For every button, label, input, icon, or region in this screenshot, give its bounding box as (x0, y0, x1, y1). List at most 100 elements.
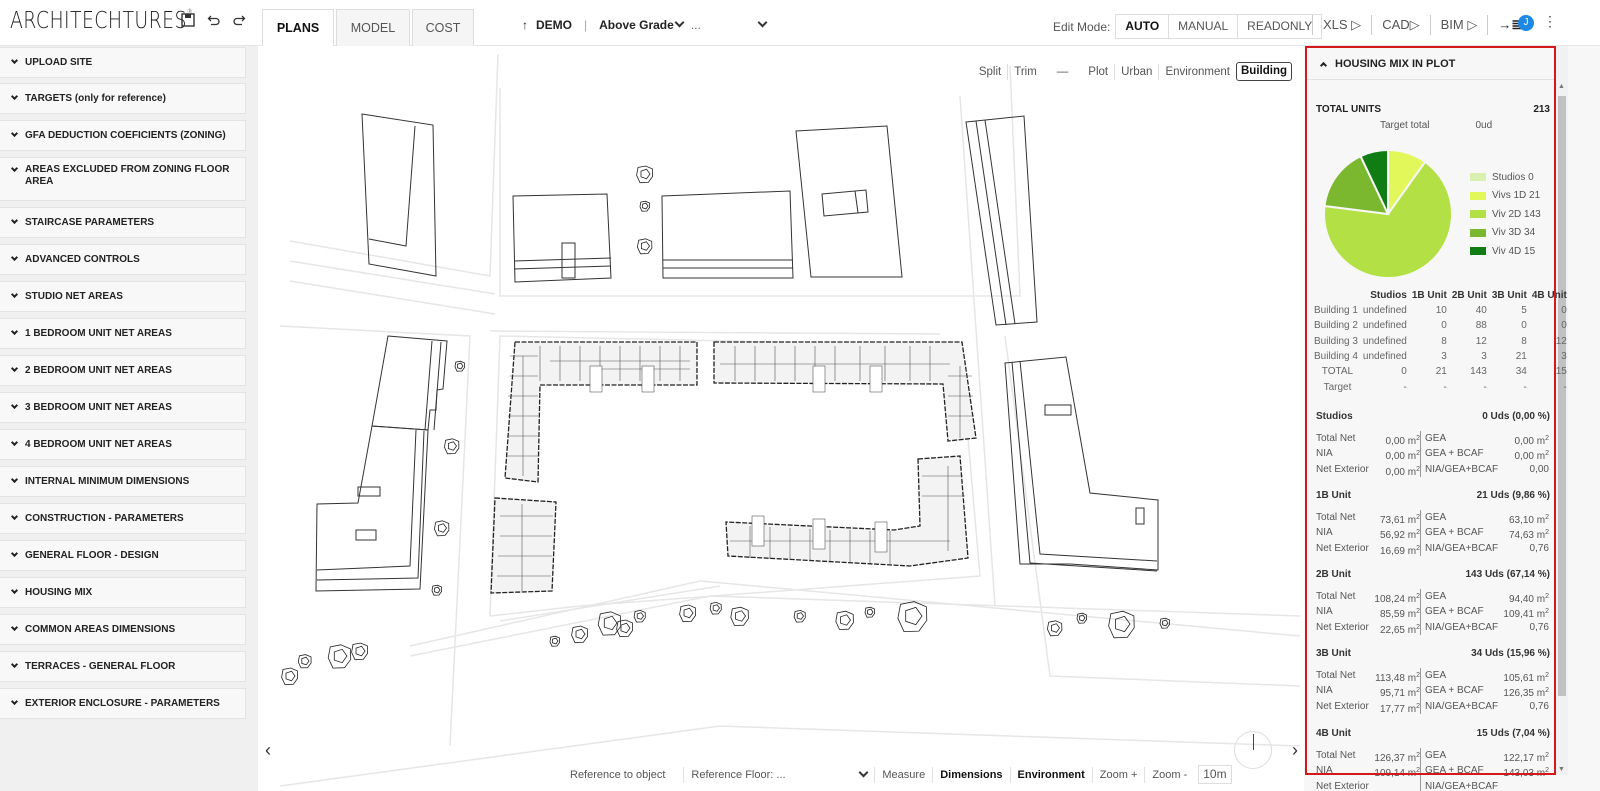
view-building[interactable]: Building (1236, 62, 1292, 81)
edit-mode-auto[interactable]: AUTO (1116, 15, 1170, 38)
more-menu-icon[interactable]: ⋮ (1543, 13, 1557, 30)
legend-item: Studios 0 (1470, 168, 1541, 187)
up-arrow-icon[interactable]: ↑ (522, 18, 528, 32)
floor-dropdown[interactable]: ... (691, 18, 701, 32)
sidebar-section-label: 4 BEDROOM UNIT NET AREAS (25, 439, 172, 450)
edit-mode-manual[interactable]: MANUAL (1169, 15, 1239, 38)
chevron-down-icon[interactable] (757, 17, 768, 27)
sidebar-section-upload-site[interactable]: UPLOAD SITE (0, 47, 246, 78)
export-xls-button[interactable]: XLS ▷ (1312, 15, 1371, 35)
environment-button[interactable]: Environment (1011, 766, 1093, 783)
tree-icon (1051, 623, 1060, 633)
user-avatar[interactable]: J (1518, 15, 1534, 31)
tab-cost[interactable]: COST (412, 9, 474, 46)
sidebar-section-construction-parameters[interactable]: CONSTRUCTION - PARAMETERS (0, 503, 246, 534)
unit-type-summary: 15 Uds (7,04 %) (1476, 728, 1550, 739)
tree-icon (840, 614, 851, 626)
export-cad-button[interactable]: CAD▷ (1371, 15, 1429, 35)
zoom-in-button[interactable]: Zoom + (1093, 766, 1146, 783)
undo-icon[interactable] (205, 13, 223, 31)
project-name[interactable]: DEMO (536, 18, 572, 32)
scale-indicator: 10m (1198, 765, 1232, 784)
compass-icon[interactable] (1234, 731, 1272, 769)
sidebar-section-common-areas-dimensions[interactable]: COMMON AREAS DIMENSIONS (0, 614, 246, 645)
scroll-down-icon[interactable]: ▼ (1558, 766, 1565, 773)
view-trim[interactable]: Trim (1008, 64, 1043, 80)
chevron-down-icon (858, 767, 869, 777)
table-cell: undefined (1362, 305, 1407, 317)
sidebar-section-4-bedroom-unit-net-areas[interactable]: 4 BEDROOM UNIT NET AREAS (0, 429, 246, 460)
total-units-label: TOTAL UNITS (1316, 104, 1381, 115)
tree-icon (575, 628, 586, 640)
sidebar-section-2-bedroom-unit-net-areas[interactable]: 2 BEDROOM UNIT NET AREAS (0, 355, 246, 386)
sidebar-section-3-bedroom-unit-net-areas[interactable]: 3 BEDROOM UNIT NET AREAS (0, 392, 246, 423)
sidebar-section-terraces-general-floor[interactable]: TERRACES - GENERAL FLOOR (0, 651, 246, 682)
panel-scrollbar[interactable]: ▲ ▼ (1556, 46, 1568, 775)
edit-mode: Edit Mode: AUTO MANUAL READONLY (1053, 14, 1323, 39)
measure-button[interactable]: Measure (874, 766, 934, 783)
reference-to-object-button[interactable]: Reference to object (563, 766, 685, 783)
sidebar-section-general-floor-design[interactable]: GENERAL FLOOR - DESIGN (0, 540, 246, 571)
metric-value: 0,76 (1485, 620, 1549, 635)
metric-value: 0,00 m2 (1485, 446, 1549, 462)
tab-model[interactable]: MODEL (336, 9, 410, 46)
sidebar-section-gfa-deduction-coeficients-zoning[interactable]: GFA DEDUCTION COEFICIENTS (ZONING) (0, 120, 246, 151)
sidebar-section-targets-only-for-reference[interactable]: TARGETS (only for reference) (0, 83, 246, 114)
table-cell: 34 (1515, 366, 1527, 378)
plan-canvas[interactable]: Split Trim — Plot Urban Environment Buil… (260, 46, 1300, 791)
metric-label: GEA (1425, 750, 1447, 761)
level-dropdown[interactable]: Above Grade (599, 17, 685, 32)
table-cell: - (1443, 381, 1447, 393)
unit-metrics-grid: Total Net 108,24 m2 GEA 94,40 m2 NIA 85,59 m2… (1316, 589, 1550, 636)
sidebar-section-studio-net-areas[interactable]: STUDIO NET AREAS (0, 281, 246, 312)
save-icon[interactable] (179, 13, 197, 31)
housing-mix-header[interactable]: HOUSING MIX IN PLOT (1307, 48, 1554, 80)
sidebar-section-advanced-controls[interactable]: ADVANCED CONTROLS (0, 244, 246, 275)
chevron-down-icon (10, 327, 19, 336)
chevron-down-icon (10, 512, 19, 521)
sidebar-section-exterior-enclosure-parameters[interactable]: EXTERIOR ENCLOSURE - PARAMETERS (0, 688, 246, 719)
view-plot[interactable]: Plot (1082, 63, 1116, 80)
sidebar-scrollbar[interactable] (248, 46, 258, 791)
chevron-down-icon (10, 623, 19, 632)
view-split[interactable]: Split (973, 63, 1009, 80)
sidebar-section-housing-mix[interactable]: HOUSING MIX (0, 577, 246, 608)
legend-label: Studios 0 (1492, 171, 1534, 183)
reference-floor-select[interactable]: Reference Floor: ... (684, 767, 874, 783)
chevron-down-icon (10, 164, 19, 173)
export-bim-button[interactable]: BIM ▷ (1429, 15, 1488, 35)
metric-value: 63,10 m2 (1485, 510, 1549, 526)
metric-value (1374, 779, 1420, 791)
dimensions-button[interactable]: Dimensions (933, 766, 1011, 783)
tree-icon (636, 612, 644, 620)
table-cell: undefined (1362, 320, 1407, 332)
canvas-bottom-bar: Reference to object Reference Floor: ...… (260, 745, 1300, 791)
view-environment[interactable]: Environment (1159, 64, 1236, 80)
zoom-out-button[interactable]: Zoom - (1145, 767, 1194, 783)
metric-value: 126,37 m2 (1374, 748, 1420, 764)
table-cell: - (1403, 381, 1407, 393)
total-units-row: TOTAL UNITS 213 (1316, 104, 1550, 115)
legend-label: Viv 4D 15 (1492, 245, 1536, 257)
view-urban[interactable]: Urban (1115, 63, 1160, 80)
edit-mode-readonly[interactable]: READONLY (1238, 15, 1321, 38)
table-cell: 15 (1555, 366, 1567, 378)
redo-icon[interactable] (230, 13, 248, 31)
metric-label: GEA (1425, 433, 1447, 444)
sidebar-section-1-bedroom-unit-net-areas[interactable]: 1 BEDROOM UNIT NET AREAS (0, 318, 246, 349)
tree-icon (897, 601, 928, 633)
tab-plans[interactable]: PLANS (262, 9, 334, 47)
sidebar-section-label: 2 BEDROOM UNIT NET AREAS (25, 365, 172, 376)
sidebar-section-staircase-parameters[interactable]: STAIRCASE PARAMETERS (0, 207, 246, 238)
metric-value-text: 0,00 (1529, 463, 1549, 475)
sidebar-section-areas-excluded-from-zoning-floor-area[interactable]: AREAS EXCLUDED FROM ZONING FLOOR AREA (0, 157, 246, 201)
scrollbar-thumb[interactable] (1558, 96, 1566, 696)
tree-icon (640, 168, 651, 180)
scroll-up-icon[interactable]: ▲ (1558, 83, 1565, 90)
table-cell: - (1483, 381, 1487, 393)
site-plan-drawing[interactable] (260, 46, 1300, 791)
unit-type-summary: 143 Uds (67,14 %) (1465, 569, 1551, 580)
view-mode-bar: Split Trim — Plot Urban Environment Buil… (973, 62, 1292, 81)
sidebar-section-internal-minimum-dimensions[interactable]: INTERNAL MINIMUM DIMENSIONS (0, 466, 246, 497)
edit-mode-label: Edit Mode: (1053, 19, 1111, 34)
